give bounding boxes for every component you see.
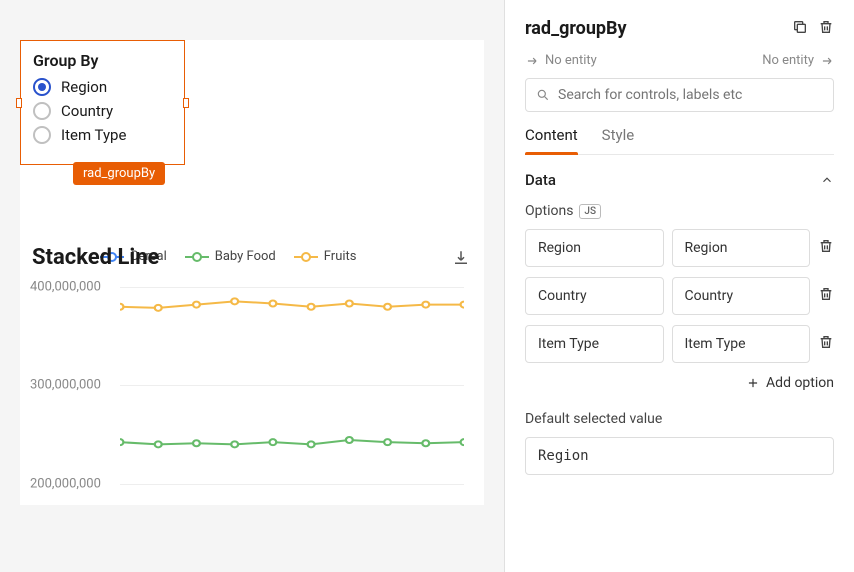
- radio-label: Region: [61, 78, 107, 96]
- option-row: [525, 277, 834, 315]
- prev-entity-label: No entity: [545, 53, 597, 68]
- y-tick: 400,000,000: [30, 279, 101, 294]
- radio-label: Item Type: [61, 126, 126, 144]
- section-data-header[interactable]: Data: [525, 171, 834, 189]
- option-value-input[interactable]: [672, 277, 811, 315]
- prev-entity-link[interactable]: No entity: [525, 53, 597, 68]
- radio-option-item-type[interactable]: Item Type: [33, 126, 172, 144]
- section-title: Data: [525, 171, 556, 189]
- trash-icon[interactable]: [818, 19, 834, 39]
- radio-icon: [33, 126, 51, 144]
- y-tick: 200,000,000: [30, 477, 101, 492]
- resize-handle-right[interactable]: [183, 98, 189, 108]
- tab-content[interactable]: Content: [525, 126, 578, 154]
- scrollbar[interactable]: [504, 60, 505, 320]
- canvas: Group By Region Country Item Type rad_gr…: [0, 0, 504, 572]
- option-label-input[interactable]: [525, 277, 664, 315]
- radio-label: Country: [61, 102, 113, 120]
- chart-body: 400,000,000 300,000,000 200,000,000: [20, 245, 484, 505]
- option-label-input[interactable]: [525, 325, 664, 363]
- next-entity-link[interactable]: No entity: [762, 53, 834, 68]
- radio-icon: [33, 78, 51, 96]
- add-option-button[interactable]: Add option: [525, 375, 834, 391]
- radio-icon: [33, 102, 51, 120]
- panel-title: rad_groupBy: [525, 18, 627, 39]
- radio-group-widget[interactable]: Group By Region Country Item Type rad_gr…: [20, 40, 185, 165]
- chart-widget: Stacked Line Cereal Baby Food Fruits: [20, 245, 484, 505]
- widget-name-tag: rad_groupBy: [73, 162, 165, 185]
- copy-icon[interactable]: [792, 19, 808, 39]
- chart-title: Stacked Line: [32, 245, 159, 270]
- radio-option-country[interactable]: Country: [33, 102, 172, 120]
- trash-icon[interactable]: [818, 286, 834, 306]
- option-row: [525, 325, 834, 363]
- default-value-label: Default selected value: [525, 411, 834, 427]
- options-label: Options: [525, 203, 573, 219]
- option-value-input[interactable]: [672, 325, 811, 363]
- search-box[interactable]: [525, 78, 834, 112]
- property-panel: rad_groupBy No entity No entity Content …: [504, 0, 854, 572]
- plus-icon: [746, 376, 760, 390]
- trash-icon[interactable]: [818, 334, 834, 354]
- radio-group-title: Group By: [33, 51, 172, 70]
- default-value-input[interactable]: [525, 437, 834, 475]
- option-value-input[interactable]: [672, 229, 811, 267]
- panel-tabs: Content Style: [525, 126, 834, 155]
- trash-icon[interactable]: [818, 238, 834, 258]
- chevron-up-icon: [820, 173, 834, 187]
- chart-lines: [120, 245, 464, 505]
- option-label-input[interactable]: [525, 229, 664, 267]
- add-option-label: Add option: [766, 375, 834, 391]
- options-list: [525, 229, 834, 363]
- tab-style[interactable]: Style: [602, 126, 635, 154]
- search-input[interactable]: [558, 87, 823, 103]
- option-row: [525, 229, 834, 267]
- y-tick: 300,000,000: [30, 378, 101, 393]
- js-badge[interactable]: JS: [579, 204, 601, 219]
- radio-option-region[interactable]: Region: [33, 78, 172, 96]
- next-entity-label: No entity: [762, 53, 814, 68]
- search-icon: [536, 88, 550, 102]
- resize-handle-left[interactable]: [16, 98, 22, 108]
